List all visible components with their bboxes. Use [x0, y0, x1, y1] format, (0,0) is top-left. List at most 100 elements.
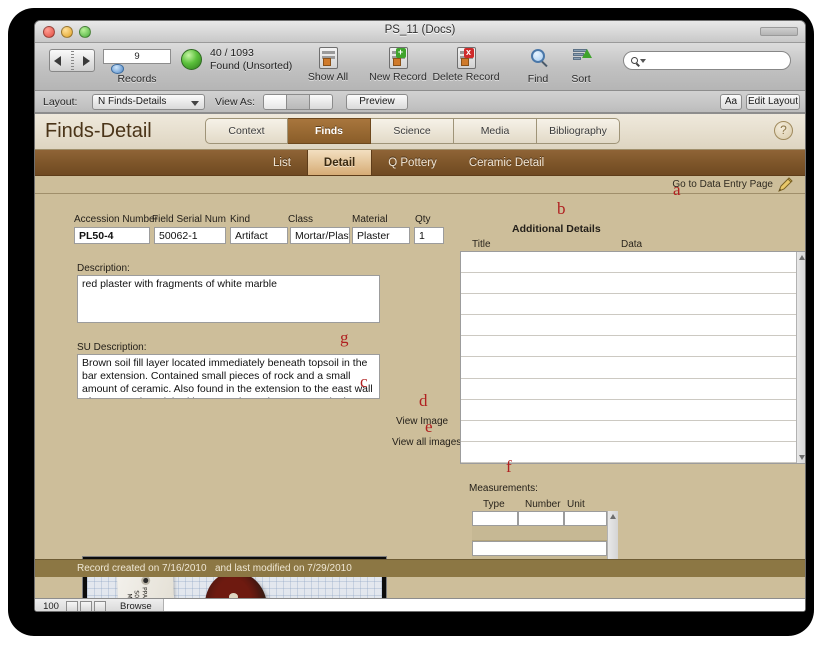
- status-area-toggle-button[interactable]: [94, 601, 106, 611]
- measurements-label: Measurements:: [469, 483, 538, 494]
- scroll-up-icon[interactable]: [799, 255, 805, 260]
- tab-finds[interactable]: Finds: [288, 118, 371, 144]
- delete-record-button[interactable]: x Delete Record: [428, 47, 504, 83]
- found-count: 40 / 1093: [210, 47, 254, 59]
- search-icon: [631, 57, 638, 64]
- preview-button[interactable]: Preview: [346, 94, 408, 110]
- sort-button[interactable]: Sort: [543, 47, 619, 85]
- additional-details-row[interactable]: [461, 315, 796, 337]
- tab-media[interactable]: Media: [454, 118, 537, 144]
- window-titlebar: PS_11 (Docs): [35, 21, 805, 43]
- sub-tab-q-pottery[interactable]: Q Pottery: [372, 150, 453, 175]
- found-set-info: 40 / 1093 Found (Unsorted): [210, 47, 292, 73]
- additional-details-row[interactable]: [461, 378, 796, 400]
- qty-label: Qty: [415, 214, 431, 225]
- accession-number-label: Accession Number: [74, 214, 158, 225]
- tab-context[interactable]: Context: [205, 118, 288, 144]
- delete-record-icon: x: [455, 47, 478, 70]
- measurements-number-input[interactable]: [518, 511, 564, 526]
- new-record-label: New Record: [369, 71, 427, 83]
- zoom-out-button[interactable]: [66, 601, 78, 611]
- measurements-unit-input[interactable]: [564, 511, 607, 526]
- view-image-link[interactable]: View Image: [396, 416, 448, 427]
- pencil-icon[interactable]: [777, 177, 793, 193]
- current-record-field[interactable]: 9: [103, 49, 171, 64]
- view-as-list-button[interactable]: [286, 94, 310, 110]
- additional-details-scrollbar[interactable]: [796, 252, 805, 463]
- qty-input[interactable]: 1: [414, 227, 444, 244]
- show-all-button[interactable]: Show All: [290, 47, 366, 83]
- measurements-row[interactable]: [472, 526, 607, 541]
- additional-details-data-column: Data: [621, 239, 643, 250]
- view-as-label: View As:: [215, 96, 256, 108]
- delete-record-label: Delete Record: [432, 71, 500, 83]
- records-label: Records: [117, 73, 157, 85]
- annotation-letter-d: d: [419, 391, 428, 410]
- view-as-form-button[interactable]: [263, 94, 287, 110]
- chevron-down-icon[interactable]: [640, 58, 646, 63]
- sub-tab-list[interactable]: List: [257, 150, 307, 175]
- mode-indicator[interactable]: Browse: [120, 601, 152, 611]
- field-serial-num-label: Field Serial Num: [152, 214, 226, 225]
- sub-tab-ceramic-detail[interactable]: Ceramic Detail: [453, 150, 560, 175]
- description-label: Description:: [77, 263, 130, 274]
- window-title: PS_11 (Docs): [384, 24, 456, 36]
- additional-details-row[interactable]: [461, 420, 796, 442]
- material-input[interactable]: Plaster: [352, 227, 410, 244]
- view-as-table-button[interactable]: [309, 94, 333, 110]
- additional-details-row[interactable]: [461, 399, 796, 421]
- layout-content: Finds-Detail Context Finds Science Media…: [35, 113, 805, 611]
- new-record-icon: +: [387, 47, 410, 70]
- su-description-input[interactable]: Brown soil fill layer located immediatel…: [77, 354, 380, 399]
- zoom-in-button[interactable]: [80, 601, 92, 611]
- accession-number-input[interactable]: PL50-4: [74, 227, 150, 244]
- kind-input[interactable]: Artifact: [230, 227, 288, 244]
- annotation-letter-a: a: [673, 180, 681, 199]
- scroll-up-icon[interactable]: [610, 514, 616, 519]
- view-all-images-link[interactable]: View all images: [392, 437, 461, 448]
- additional-details-row[interactable]: [461, 357, 796, 379]
- sort-label: Sort: [571, 73, 591, 85]
- record-navigation-control[interactable]: [49, 49, 95, 72]
- additional-details-row[interactable]: [461, 273, 796, 295]
- tab-bibliography[interactable]: Bibliography: [537, 118, 620, 144]
- toolbar-collapse-button[interactable]: [760, 27, 798, 36]
- text-size-button[interactable]: Aa: [720, 94, 742, 110]
- next-record-icon[interactable]: [83, 55, 90, 66]
- field-serial-num-input[interactable]: 50062-1: [154, 227, 226, 244]
- layout-label: Layout:: [43, 96, 78, 108]
- page-title: Finds-Detail: [45, 120, 152, 142]
- class-label: Class: [288, 214, 314, 225]
- additional-details-title: Additional Details: [512, 223, 601, 235]
- sub-tab-bar: List Detail Q Pottery Ceramic Detail: [35, 150, 805, 176]
- description-input[interactable]: red plaster with fragments of white marb…: [77, 275, 380, 323]
- zoom-level: 100: [43, 601, 59, 612]
- layout-header: Finds-Detail Context Finds Science Media…: [35, 114, 805, 150]
- additional-details-row[interactable]: [461, 252, 796, 274]
- measurements-unit-column: Unit: [567, 499, 585, 510]
- previous-record-icon[interactable]: [54, 55, 61, 66]
- measurements-type-input[interactable]: [472, 511, 518, 526]
- tab-science[interactable]: Science: [371, 118, 454, 144]
- help-button[interactable]: ?: [774, 121, 793, 140]
- class-input[interactable]: Mortar/Plaster: [290, 227, 350, 244]
- measurements-row-cell[interactable]: [472, 541, 607, 556]
- additional-details-row[interactable]: [461, 336, 796, 358]
- book-spine-icon: [70, 51, 74, 70]
- su-description-label: SU Description:: [77, 342, 147, 353]
- go-to-data-entry-page-link[interactable]: Go to Data Entry Page: [672, 179, 773, 190]
- additional-details-row[interactable]: [461, 294, 796, 316]
- chevron-down-icon: [191, 101, 199, 106]
- measurements-type-column: Type: [483, 499, 505, 510]
- edit-layout-button[interactable]: Edit Layout: [746, 94, 800, 110]
- new-record-button[interactable]: + New Record: [360, 47, 436, 83]
- found-status: Found (Unsorted): [210, 60, 293, 72]
- additional-details-portal[interactable]: [460, 251, 805, 464]
- sub-tab-detail[interactable]: Detail: [306, 150, 373, 175]
- main-toolbar: 9 Records 40 / 1093 Found (Unsorted) Sho…: [35, 43, 805, 91]
- scroll-down-icon[interactable]: [799, 455, 805, 460]
- layout-select[interactable]: N Finds-Details: [92, 94, 205, 110]
- search-input[interactable]: [623, 51, 791, 70]
- tag-hole-icon: [141, 575, 151, 585]
- data-entry-strip: Go to Data Entry Page: [35, 176, 805, 194]
